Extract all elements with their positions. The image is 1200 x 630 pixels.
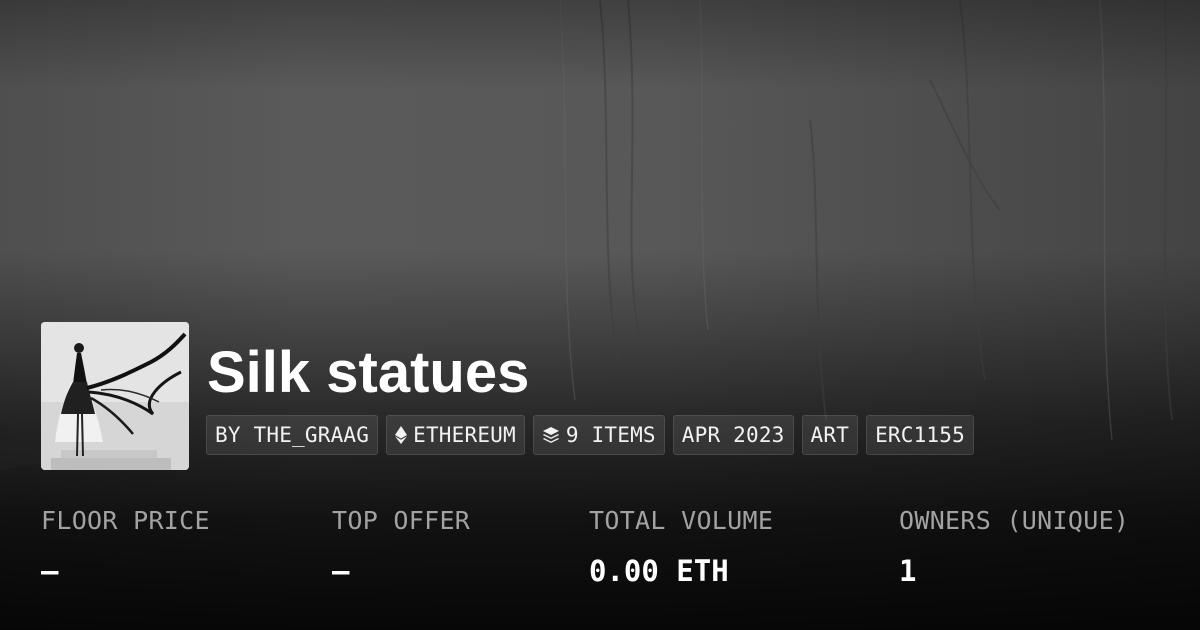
stat-value: 1 <box>899 554 917 588</box>
date-tag-label: APR 2023 <box>681 423 785 447</box>
category-tag[interactable]: ART <box>801 415 859 455</box>
stat-owners: OWNERS (UNIQUE) 1 <box>899 503 1129 589</box>
chain-tag-label: ETHEREUM <box>413 423 516 447</box>
layers-icon <box>542 426 560 444</box>
stat-value: 0.00 ETH <box>589 554 729 588</box>
stat-total-volume: TOTAL VOLUME 0.00 ETH <box>589 503 773 589</box>
collection-stats: FLOOR PRICE – TOP OFFER – TOTAL VOLUME 0… <box>0 503 1200 603</box>
collection-thumbnail[interactable] <box>41 322 189 470</box>
collection-share-card: Silk statues BY THE_GRAAG ETHEREUM 9 ITE… <box>0 0 1200 630</box>
collection-title: Silk statues <box>207 340 530 405</box>
token-standard-tag-label: ERC1155 <box>875 423 965 447</box>
stat-value: – <box>332 554 350 588</box>
ethereum-icon <box>395 426 408 444</box>
stat-label: OWNERS (UNIQUE) <box>899 506 1130 535</box>
token-standard-tag: ERC1155 <box>866 415 974 455</box>
category-tag-label: ART <box>810 423 850 447</box>
stat-value: – <box>41 554 59 588</box>
stat-floor-price: FLOOR PRICE – <box>41 503 210 589</box>
stat-label: TOTAL VOLUME <box>589 506 774 535</box>
date-tag: APR 2023 <box>672 415 794 455</box>
stat-label: FLOOR PRICE <box>41 506 210 535</box>
chain-tag[interactable]: ETHEREUM <box>386 415 525 455</box>
items-tag[interactable]: 9 ITEMS <box>532 415 665 455</box>
creator-tag[interactable]: BY THE_GRAAG <box>206 415 379 455</box>
collection-tags: BY THE_GRAAG ETHEREUM 9 ITEMS APR 2023 A… <box>206 415 974 455</box>
stat-top-offer: TOP OFFER – <box>332 503 470 589</box>
items-tag-label: 9 ITEMS <box>565 423 656 447</box>
stat-label: TOP OFFER <box>332 506 471 535</box>
silk-statue-artwork-image <box>41 322 189 470</box>
creator-tag-label: BY THE_GRAAG <box>215 423 370 447</box>
